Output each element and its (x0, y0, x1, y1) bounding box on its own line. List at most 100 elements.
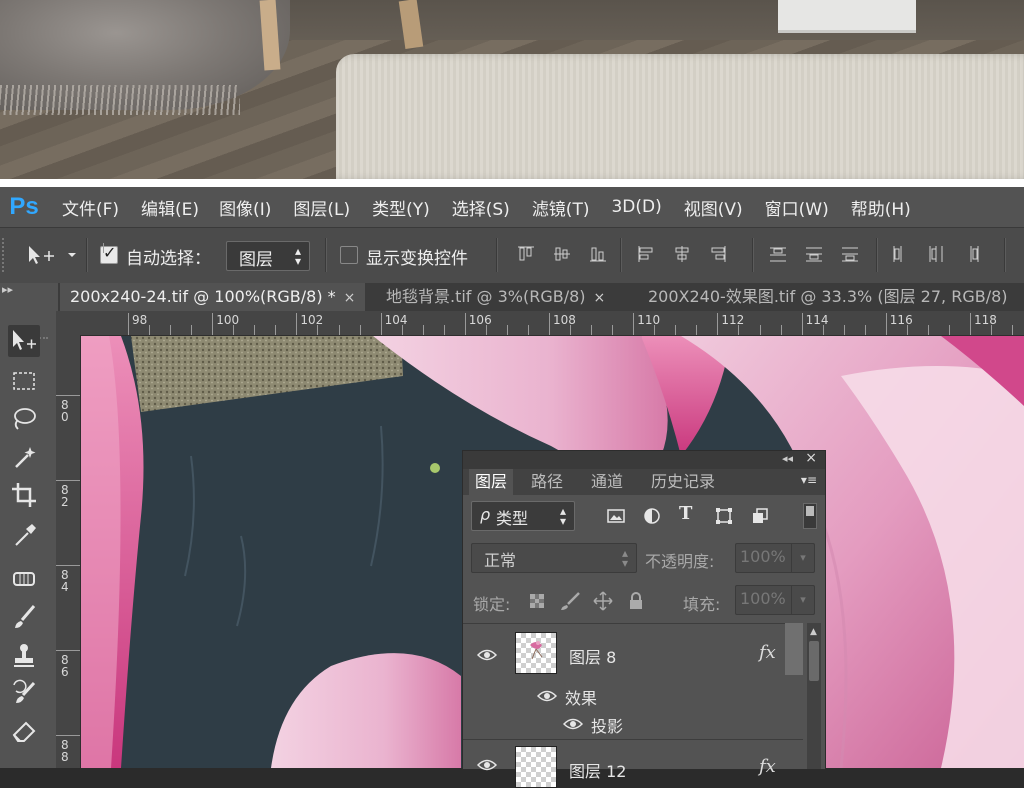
menu-edit[interactable]: 编辑(E) (141, 195, 199, 220)
scroll-thumb[interactable] (809, 641, 819, 681)
menu-layer[interactable]: 图层(L) (293, 195, 350, 220)
chevron-down-icon[interactable]: ▾ (791, 544, 814, 572)
visibility-eye-icon[interactable] (563, 717, 583, 731)
opacity-field[interactable]: 100% ▾ (735, 543, 815, 573)
visibility-eye-icon[interactable] (477, 758, 497, 772)
show-transform-checkbox[interactable] (340, 245, 358, 265)
align-vcenter-icon[interactable] (552, 244, 572, 264)
ruler-minor-tick (591, 325, 593, 335)
align-right-icon[interactable] (708, 244, 728, 264)
layer-name[interactable]: 图层 8 (569, 644, 616, 668)
tab-layers[interactable]: 图层 (469, 469, 514, 495)
move-tool-icon[interactable] (8, 325, 40, 357)
image-filter-icon[interactable] (607, 507, 625, 525)
menu-filter[interactable]: 滤镜(T) (532, 195, 590, 220)
vertical-ruler-label: 84 (61, 568, 69, 594)
ruler-minor-tick (906, 325, 908, 335)
effects-row[interactable]: 效果 (463, 681, 803, 711)
layer-effects-icon[interactable]: fx (759, 642, 776, 663)
layer-thumbnail (515, 746, 557, 788)
align-bottom-icon[interactable] (588, 244, 608, 264)
distribute-hcenter-icon[interactable] (926, 244, 946, 264)
distribute-bottom-icon[interactable] (840, 244, 860, 264)
menu-window[interactable]: 窗口(W) (765, 195, 829, 220)
blanket-fringe (0, 85, 240, 115)
ruler-minor-tick (275, 325, 277, 335)
menu-image[interactable]: 图像(I) (219, 195, 271, 220)
lock-pixels-icon[interactable] (559, 591, 581, 611)
distribute-left-icon[interactable] (890, 244, 910, 264)
menu-select[interactable]: 选择(S) (452, 195, 510, 220)
panel-titlebar[interactable]: ◂◂ × (463, 450, 825, 469)
tab-history[interactable]: 历史记录 (645, 469, 721, 495)
ruler-origin[interactable] (56, 311, 80, 335)
smart-object-filter-icon[interactable] (751, 507, 769, 525)
healing-brush-tool-icon[interactable] (8, 563, 40, 595)
align-hcenter-icon[interactable] (672, 244, 692, 264)
history-brush-tool-icon[interactable] (8, 677, 40, 709)
auto-select-label: 自动选择： (126, 249, 211, 269)
lasso-tool-icon[interactable] (8, 403, 40, 435)
opacity-value: 100% (740, 547, 786, 566)
chevron-down-icon[interactable]: ▾ (791, 586, 814, 614)
clone-stamp-tool-icon[interactable] (8, 639, 40, 671)
brush-tool-icon[interactable] (8, 601, 40, 633)
menu-help[interactable]: 帮助(H) (851, 195, 911, 220)
lock-transparent-icon[interactable] (529, 593, 545, 609)
panel-collapse-icon[interactable]: ▸▸ (0, 283, 58, 311)
ruler-minor-tick (359, 325, 361, 335)
close-icon[interactable]: × (594, 290, 606, 306)
layer-name[interactable]: 图层 12 (569, 758, 626, 782)
marquee-tool-icon[interactable] (8, 365, 40, 397)
layer-row[interactable]: 图层 12 fx (463, 739, 803, 788)
menu-view[interactable]: 视图(V) (684, 195, 743, 220)
ruler-label: 100 (216, 313, 240, 327)
lock-position-icon[interactable] (593, 591, 613, 611)
auto-select-checkbox[interactable]: ✓ (100, 243, 118, 265)
type-filter-icon[interactable]: T (679, 503, 692, 524)
scroll-up-icon[interactable]: ▲ (810, 627, 817, 637)
blend-mode-dropdown[interactable]: 正常 ▴ ▾ (471, 543, 637, 573)
align-left-icon[interactable] (636, 244, 656, 264)
collapse-panel-icon[interactable]: ◂◂ (782, 452, 793, 465)
menu-type[interactable]: 类型(Y) (372, 195, 430, 220)
ruler-major-tick (717, 313, 719, 335)
tab-200x240-24[interactable]: 200x240-24.tif @ 100%(RGB/8) * × (60, 283, 366, 311)
distribute-right-icon[interactable] (962, 244, 982, 264)
close-icon[interactable]: × (805, 450, 817, 466)
eyedropper-tool-icon[interactable] (8, 519, 40, 551)
layer-row[interactable]: 图层 8 fx (463, 623, 803, 690)
tab-carpet-background[interactable]: 地毯背景.tif @ 3%(RGB/8) × (376, 283, 615, 311)
updown-arrow-icon: ▴ ▾ (621, 546, 628, 570)
effect-item-row[interactable]: 投影 (463, 709, 803, 739)
adjustment-filter-icon[interactable] (643, 507, 661, 525)
lock-all-icon[interactable] (627, 591, 645, 611)
eraser-tool-icon[interactable] (8, 715, 40, 747)
vertical-ruler[interactable]: 80 82 84 86 88 (56, 335, 81, 768)
close-icon[interactable]: × (344, 290, 356, 306)
filter-kind-dropdown[interactable]: ρ 类型 ▴ ▾ (471, 501, 575, 531)
menu-3d[interactable]: 3D(D) (611, 197, 661, 217)
filter-toggle-switch[interactable] (803, 503, 817, 529)
tab-channels[interactable]: 通道 (585, 469, 629, 495)
ruler-minor-tick (527, 325, 529, 335)
ruler-minor-tick (149, 325, 151, 335)
distribute-top-icon[interactable] (768, 244, 788, 264)
auto-select-target-dropdown[interactable]: 图层 ▴ ▾ (226, 241, 310, 271)
align-top-icon[interactable] (516, 244, 536, 264)
tab-effect-preview[interactable]: 200X240-效果图.tif @ 33.3% (图层 27, RGB/8) (638, 283, 1018, 311)
move-tool-preset-icon[interactable] (26, 244, 80, 271)
visibility-eye-icon[interactable] (477, 648, 497, 662)
visibility-eye-icon[interactable] (537, 689, 557, 703)
menu-file[interactable]: 文件(F) (62, 195, 119, 220)
distribute-vcenter-icon[interactable] (804, 244, 824, 264)
panel-menu-icon[interactable]: ▾≡ (801, 473, 817, 487)
magic-wand-tool-icon[interactable] (8, 441, 40, 473)
fill-field[interactable]: 100% ▾ (735, 585, 815, 615)
crop-tool-icon[interactable] (8, 479, 40, 511)
tab-paths[interactable]: 路径 (525, 469, 569, 495)
layer-effects-icon[interactable]: fx (759, 756, 776, 777)
horizontal-ruler[interactable]: 98 100 102 104 106 108 110 112 114 116 118 (80, 311, 1024, 336)
shape-filter-icon[interactable] (715, 507, 733, 525)
layers-scrollbar[interactable]: ▲ (807, 623, 821, 769)
